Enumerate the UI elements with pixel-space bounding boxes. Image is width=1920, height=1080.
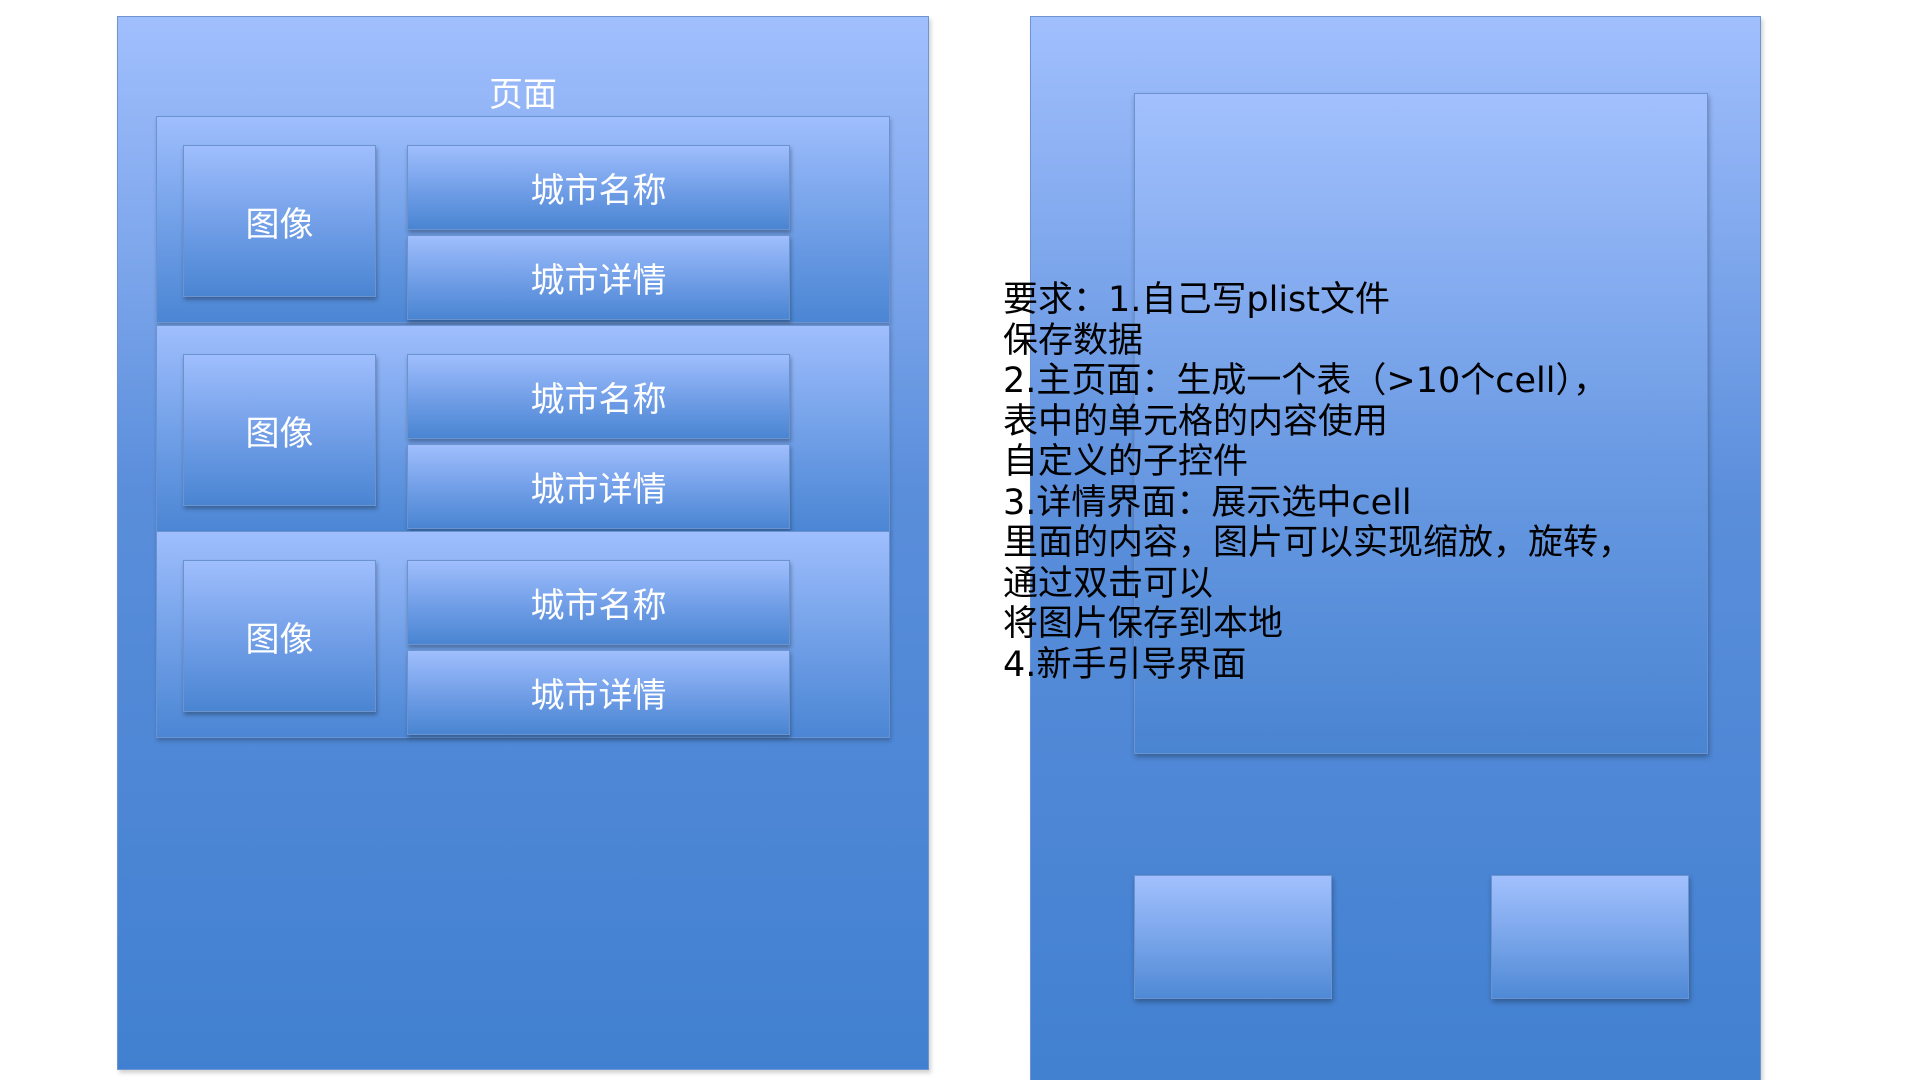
requirement-line: 表中的单元格的内容使用 bbox=[1003, 401, 1389, 442]
requirement-line: 里面的内容，图片可以实现缩放，旋转， bbox=[1003, 523, 1634, 563]
page-title: 页面 bbox=[489, 75, 557, 115]
requirement-line: 将图片保存到本地 bbox=[1003, 604, 1284, 644]
city-name-label: 城市名称 bbox=[407, 354, 790, 439]
requirement-line: 自定义的子控件 bbox=[1003, 442, 1249, 482]
requirement-line: 保存数据 bbox=[1003, 320, 1144, 361]
slide-canvas: 页面 图像 城市名称 城市详情 图像 城市名称 城市详情 图像 城市名称 城市详… bbox=[0, 0, 1920, 1080]
table-row[interactable]: 图像 城市名称 城市详情 bbox=[156, 531, 890, 738]
requirement-line: 4.新手引导界面 bbox=[1003, 644, 1247, 685]
requirement-line: 通过双击可以 bbox=[1003, 563, 1214, 604]
city-detail-label: 城市详情 bbox=[407, 444, 790, 529]
cell-image: 图像 bbox=[183, 560, 376, 712]
requirement-line: 3.详情界面：展示选中cell bbox=[1003, 482, 1412, 523]
city-name-label: 城市名称 bbox=[407, 560, 790, 645]
right-action-button[interactable] bbox=[1491, 875, 1689, 999]
requirement-line: 要求：1.自己写plist文件 bbox=[1003, 280, 1391, 320]
requirement-line: 2.主页面：生成一个表（>10个cell）， bbox=[1003, 361, 1608, 401]
table-row[interactable]: 图像 城市名称 城市详情 bbox=[156, 116, 890, 323]
left-action-button[interactable] bbox=[1134, 875, 1332, 999]
table-row[interactable]: 图像 城市名称 城市详情 bbox=[156, 325, 890, 532]
cell-image: 图像 bbox=[183, 354, 376, 506]
cell-image: 图像 bbox=[183, 145, 376, 297]
city-detail-label: 城市详情 bbox=[407, 235, 790, 320]
city-detail-label: 城市详情 bbox=[407, 650, 790, 735]
city-name-label: 城市名称 bbox=[407, 145, 790, 230]
requirements-text: 要求：1.自己写plist文件 保存数据 2.主页面：生成一个表（>10个cel… bbox=[1003, 280, 1723, 685]
